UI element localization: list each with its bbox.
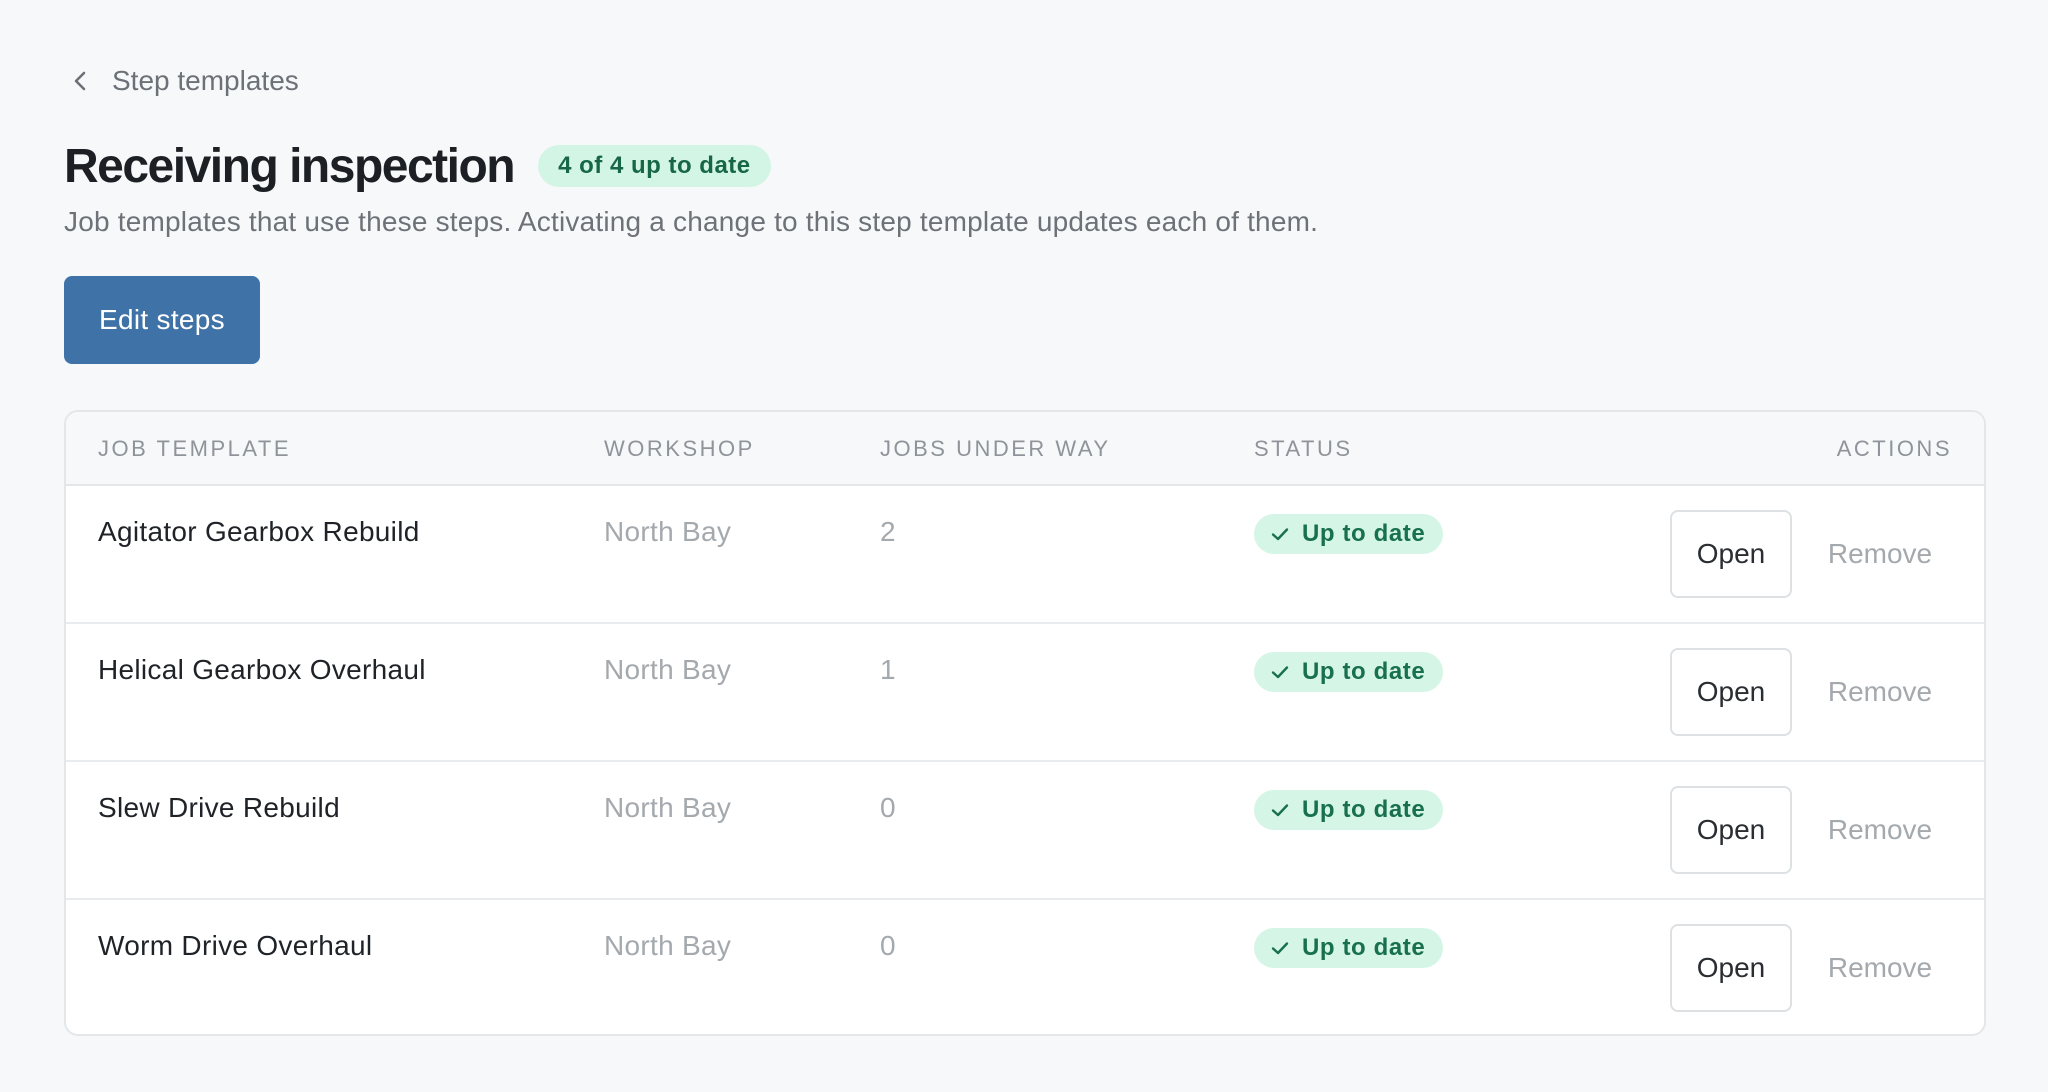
title-row: Receiving inspection 4 of 4 up to date bbox=[64, 138, 771, 194]
open-button[interactable]: Open bbox=[1670, 648, 1792, 736]
status-label: Up to date bbox=[1302, 796, 1426, 823]
status-badge: Up to date bbox=[1254, 790, 1444, 830]
job-templates-table: JOB TEMPLATE WORKSHOP JOBS UNDER WAY STA… bbox=[64, 410, 1986, 1036]
check-icon bbox=[1271, 528, 1289, 541]
column-header-jobs-under-way: JOBS UNDER WAY bbox=[880, 436, 1111, 461]
workshop-cell: North Bay bbox=[604, 654, 732, 685]
table-row: Helical Gearbox Overhaul North Bay 1 Up … bbox=[66, 624, 1984, 762]
chevron-left-icon bbox=[74, 71, 86, 91]
page-title: Receiving inspection bbox=[64, 139, 516, 193]
job-template-name: Slew Drive Rebuild bbox=[98, 792, 340, 823]
check-icon bbox=[1271, 666, 1289, 679]
check-icon bbox=[1271, 942, 1289, 955]
jobs-under-way-cell: 0 bbox=[880, 930, 896, 961]
job-template-name: Helical Gearbox Overhaul bbox=[98, 654, 426, 685]
status-badge: Up to date bbox=[1254, 652, 1444, 692]
remove-button[interactable]: Remove bbox=[1820, 924, 1940, 1012]
workshop-cell: North Bay bbox=[604, 792, 732, 823]
status-badge: Up to date bbox=[1254, 514, 1444, 554]
jobs-under-way-cell: 2 bbox=[880, 516, 896, 547]
up-to-date-count-badge: 4 of 4 up to date bbox=[538, 145, 771, 187]
column-header-actions: ACTIONS bbox=[1836, 436, 1952, 461]
open-button[interactable]: Open bbox=[1670, 786, 1792, 874]
page-description: Job templates that use these steps. Acti… bbox=[64, 206, 1319, 237]
back-link-label[interactable]: Step templates bbox=[112, 65, 299, 97]
remove-button[interactable]: Remove bbox=[1820, 510, 1940, 598]
edit-steps-button[interactable]: Edit steps bbox=[64, 276, 260, 364]
table-row: Worm Drive Overhaul North Bay 0 Up to da… bbox=[66, 900, 1984, 1034]
column-header-status: STATUS bbox=[1254, 436, 1353, 461]
status-label: Up to date bbox=[1302, 658, 1426, 685]
table-row: Slew Drive Rebuild North Bay 0 Up to dat… bbox=[66, 762, 1984, 900]
workshop-cell: North Bay bbox=[604, 930, 732, 961]
remove-button[interactable]: Remove bbox=[1820, 648, 1940, 736]
column-header-workshop: WORKSHOP bbox=[604, 436, 755, 461]
status-label: Up to date bbox=[1302, 934, 1426, 961]
jobs-under-way-cell: 0 bbox=[880, 792, 896, 823]
open-button[interactable]: Open bbox=[1670, 924, 1792, 1012]
column-header-job-template: JOB TEMPLATE bbox=[98, 436, 292, 461]
back-link[interactable]: Step templates bbox=[64, 60, 299, 102]
job-template-name: Agitator Gearbox Rebuild bbox=[98, 516, 420, 547]
workshop-cell: North Bay bbox=[604, 516, 732, 547]
status-badge: Up to date bbox=[1254, 928, 1444, 968]
open-button[interactable]: Open bbox=[1670, 510, 1792, 598]
job-template-name: Worm Drive Overhaul bbox=[98, 930, 373, 961]
status-label: Up to date bbox=[1302, 520, 1426, 547]
table-header: JOB TEMPLATE WORKSHOP JOBS UNDER WAY STA… bbox=[66, 412, 1984, 486]
remove-button[interactable]: Remove bbox=[1820, 786, 1940, 874]
jobs-under-way-cell: 1 bbox=[880, 654, 896, 685]
table-row: Agitator Gearbox Rebuild North Bay 2 Up … bbox=[66, 486, 1984, 624]
check-icon bbox=[1271, 804, 1289, 817]
